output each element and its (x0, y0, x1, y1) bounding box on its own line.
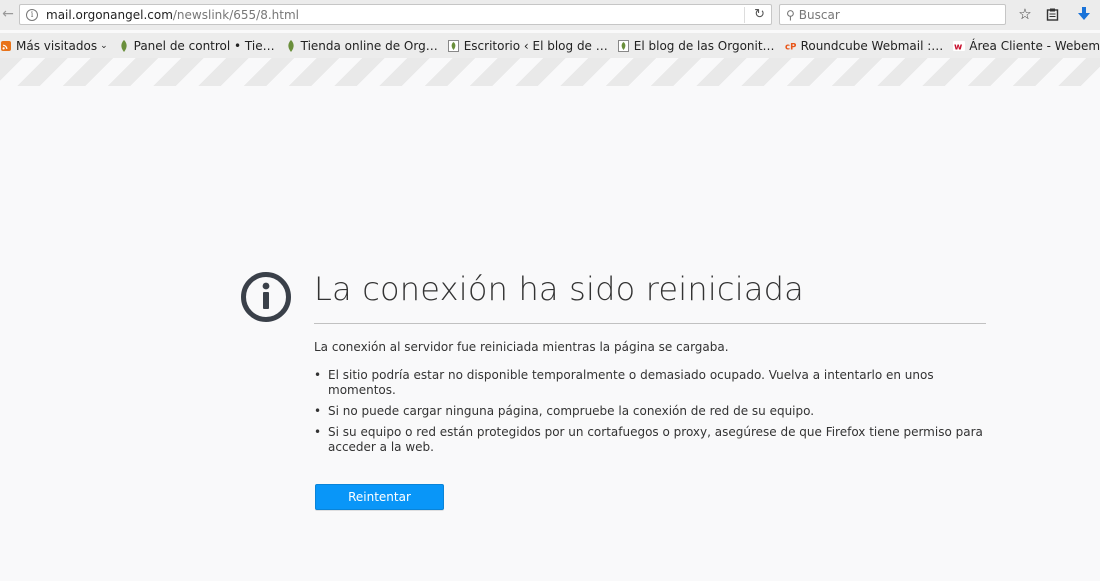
error-title: La conexión ha sido reiniciada (314, 270, 804, 308)
bookmark-star-icon[interactable]: ☆ (1016, 5, 1034, 23)
info-circle-icon (241, 272, 291, 322)
url-path: /newslink/655/8.html (172, 7, 299, 22)
loading-stripes (0, 58, 1100, 86)
reading-list-icon[interactable] (1043, 5, 1061, 23)
bookmark-item[interactable]: w Área Cliente - Webem… (949, 35, 1100, 57)
reload-icon[interactable]: ↻ (754, 7, 765, 22)
svg-text:cP: cP (785, 42, 796, 51)
bookmark-label: Área Cliente - Webem… (969, 38, 1100, 53)
navigation-bar: ← i mail.orgonangel.com/newslink/655/8.h… (0, 0, 1100, 30)
bookmark-item[interactable]: Panel de control • Tie… (114, 35, 281, 57)
error-description: La conexión al servidor fue reiniciada m… (314, 340, 729, 354)
leaf-icon (118, 39, 130, 52)
suggestion-item: El sitio podría estar no disponible temp… (314, 368, 986, 398)
bookmark-label: Roundcube Webmail :… (800, 38, 944, 53)
download-icon (1078, 7, 1090, 20)
svg-text:w: w (954, 42, 962, 51)
title-divider (314, 323, 986, 324)
bookmark-item[interactable]: Escritorio ‹ El blog de … (444, 35, 614, 57)
bookmark-label: Más visitados (16, 38, 98, 53)
download-arrow-icon[interactable] (1075, 5, 1093, 23)
cpanel-icon: cP (785, 40, 797, 52)
error-suggestions: El sitio podría estar no disponible temp… (314, 368, 986, 461)
search-icon: ⚲ (786, 7, 795, 22)
leaf-icon (285, 39, 297, 52)
back-arrow-icon[interactable]: ← (0, 4, 16, 24)
suggestion-item: Si no puede cargar ninguna página, compr… (314, 404, 986, 419)
url-text[interactable]: mail.orgonangel.com/newslink/655/8.html (46, 8, 299, 22)
doc-icon (448, 39, 460, 52)
bookmarks-toolbar: Más visitados ⌄ Panel de control • Tie… … (0, 33, 1100, 58)
rss-icon (0, 40, 12, 52)
bookmark-label: El blog de las Orgonit… (633, 38, 775, 53)
bookmark-item[interactable]: cP Roundcube Webmail :… (781, 35, 950, 57)
retry-button[interactable]: Reintentar (315, 484, 444, 510)
search-input[interactable] (798, 7, 989, 22)
search-bar[interactable]: ⚲ (779, 4, 1006, 25)
bookmark-label: Tienda online de Org… (300, 38, 438, 53)
bookmark-item[interactable]: Tienda online de Org… (281, 35, 444, 57)
webempresa-icon: w (953, 40, 966, 52)
bookmark-item[interactable]: El blog de las Orgonit… (614, 35, 781, 57)
bookmark-label: Escritorio ‹ El blog de … (463, 38, 608, 53)
suggestion-item: Si su equipo o red están protegidos por … (314, 425, 986, 455)
url-host: mail.orgonangel.com (46, 7, 173, 22)
clipboard-icon (1046, 8, 1058, 21)
bookmark-label: Panel de control • Tie… (133, 38, 275, 53)
bookmark-most-visited[interactable]: Más visitados ⌄ (0, 35, 114, 57)
site-info-icon[interactable]: i (26, 8, 38, 21)
chevron-down-icon: ⌄ (100, 40, 108, 51)
url-divider (744, 7, 745, 23)
doc-icon (618, 39, 630, 52)
url-bar[interactable]: i mail.orgonangel.com/newslink/655/8.htm… (19, 4, 772, 25)
